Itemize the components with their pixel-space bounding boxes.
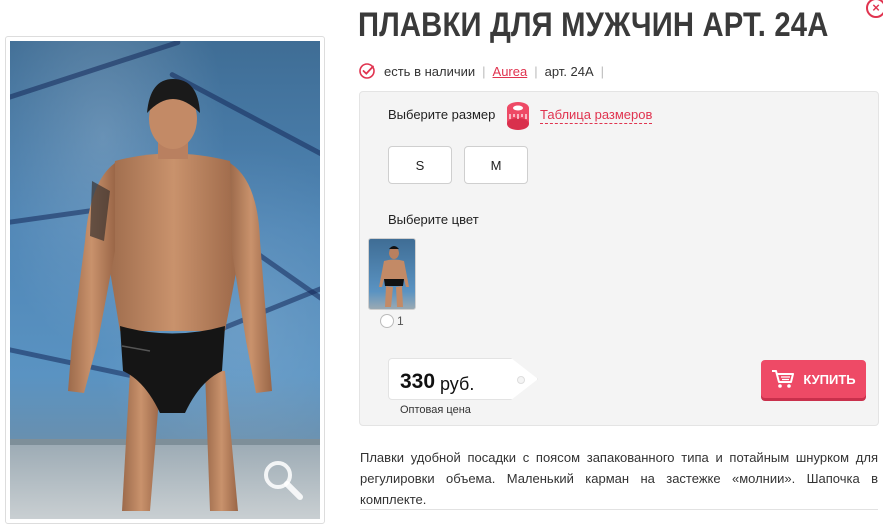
- price-currency: руб.: [440, 374, 475, 394]
- size-chart-label: Таблица размеров: [540, 106, 653, 124]
- divider: [360, 509, 878, 510]
- buy-button[interactable]: КУПИТЬ: [761, 360, 866, 398]
- price-note: Оптовая цена: [400, 404, 471, 416]
- brand-link[interactable]: Aurea: [493, 64, 528, 79]
- zoom-icon[interactable]: [260, 457, 304, 501]
- size-chart-link[interactable]: Таблица размеров: [504, 100, 653, 130]
- article-number: арт. 24А: [544, 63, 594, 79]
- color-label: Выберите цвет: [388, 212, 479, 227]
- close-icon[interactable]: ×: [866, 0, 883, 18]
- meta-separator: |: [534, 63, 538, 79]
- product-title: ПЛАВКИ ДЛЯ МУЖЧИН АРТ. 24А: [358, 6, 829, 44]
- meta-separator: |: [482, 63, 486, 79]
- cart-icon: [772, 370, 795, 388]
- model-figure: [68, 79, 272, 511]
- product-image[interactable]: [10, 41, 320, 519]
- size-option-m[interactable]: M: [464, 146, 528, 184]
- check-icon: [359, 63, 375, 79]
- color-swatch[interactable]: [368, 238, 416, 310]
- product-meta: есть в наличии | Aurea | арт. 24А |: [358, 62, 611, 80]
- meta-separator: |: [600, 63, 605, 79]
- size-option-s[interactable]: S: [388, 146, 452, 184]
- size-label: Выберите размер: [388, 107, 496, 122]
- swatch-figure: [379, 246, 409, 307]
- product-image-frame: [5, 36, 325, 524]
- availability-status: есть в наличии: [384, 63, 476, 79]
- color-radio[interactable]: [380, 314, 394, 328]
- color-option: 1: [380, 314, 404, 328]
- product-description: Плавки удобной посадки с поясом запакова…: [360, 450, 878, 507]
- options-panel: Выберите размер Таблица размеров S M Выб…: [359, 91, 879, 426]
- tape-measure-icon: [507, 102, 529, 130]
- color-option-label: 1: [397, 314, 404, 328]
- buy-button-label: КУПИТЬ: [803, 371, 856, 387]
- price-value: 330: [400, 370, 436, 393]
